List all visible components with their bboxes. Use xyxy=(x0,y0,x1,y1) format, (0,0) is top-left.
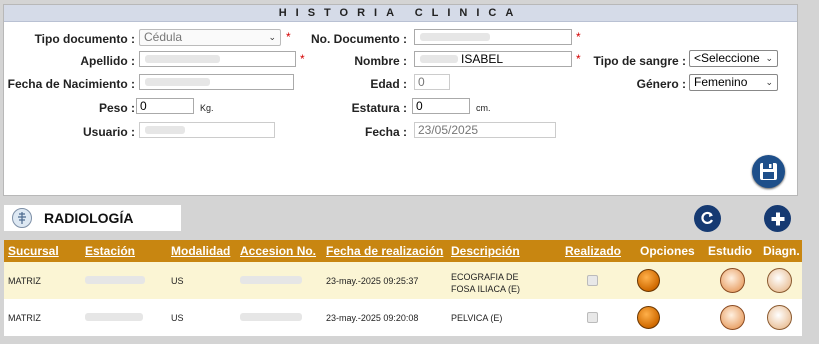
tipo-documento-value: Cédula xyxy=(144,30,183,44)
options-button[interactable] xyxy=(637,269,660,292)
cell-accesion xyxy=(240,312,302,323)
radiologia-title: RADIOLOGÍA xyxy=(44,210,134,226)
estatura-label: Estatura : xyxy=(351,101,407,115)
cell-descripcion: PELVICA (E) xyxy=(451,312,503,323)
realizado-checkbox[interactable] xyxy=(587,275,598,286)
cell-sucursal: MATRIZ xyxy=(8,275,41,286)
radiology-icon xyxy=(12,208,32,228)
descripcion-line: ECOGRAFIA DE xyxy=(451,272,519,282)
col-realizado[interactable]: Realizado xyxy=(565,244,621,258)
save-button[interactable] xyxy=(752,155,785,188)
fecha-nacimiento-label: Fecha de Nacimiento : xyxy=(7,77,135,91)
tipo-sangre-value: <Seleccione xyxy=(694,51,760,65)
chevron-down-icon: ⌄ xyxy=(765,77,773,87)
no-documento-field[interactable] xyxy=(414,29,572,45)
tipo-sangre-label: Tipo de sangre : xyxy=(593,54,686,68)
tipo-documento-select[interactable]: Cédula ⌄ xyxy=(139,29,281,46)
peso-value: 0 xyxy=(140,99,147,113)
redacted-text xyxy=(85,275,145,284)
edad-value: 0 xyxy=(418,75,425,89)
col-estudio: Estudio xyxy=(708,244,752,258)
chevron-down-icon: ⌄ xyxy=(765,53,773,63)
diagnosis-button[interactable] xyxy=(767,268,792,293)
required-mark: * xyxy=(576,30,581,44)
refresh-button[interactable] xyxy=(694,205,721,232)
table-row[interactable]: MATRIZ US 23-may.-2025 09:20:08 PELVICA … xyxy=(4,299,802,336)
redacted-text xyxy=(240,275,302,284)
apellido-field[interactable] xyxy=(139,51,296,67)
cell-accesion xyxy=(240,275,302,286)
study-button[interactable] xyxy=(720,268,745,293)
required-mark: * xyxy=(286,30,291,44)
cell-modalidad: US xyxy=(171,312,184,323)
usuario-field xyxy=(139,122,275,138)
col-descripcion[interactable]: Descripción xyxy=(451,244,520,258)
genero-label: Género : xyxy=(636,77,686,91)
cell-modalidad: US xyxy=(171,275,184,286)
diagnosis-button[interactable] xyxy=(767,305,792,330)
col-modalidad[interactable]: Modalidad xyxy=(171,244,230,258)
col-accesion[interactable]: Accesion No. xyxy=(240,244,316,258)
cell-estacion xyxy=(85,312,143,323)
cell-descripcion: ECOGRAFIA DE FOSA ILIACA (E) xyxy=(451,271,520,295)
fecha-value: 23/05/2025 xyxy=(418,123,479,137)
refresh-icon xyxy=(701,211,714,225)
table-row[interactable]: MATRIZ US 23-may.-2025 09:25:37 ECOGRAFI… xyxy=(4,262,802,299)
peso-label: Peso : xyxy=(98,101,135,115)
genero-select[interactable]: Femenino ⌄ xyxy=(689,74,778,91)
col-diagn: Diagn. xyxy=(763,244,800,258)
table-header: Sucursal Estación Modalidad Accesion No.… xyxy=(4,240,802,262)
study-button[interactable] xyxy=(720,305,745,330)
plus-icon xyxy=(771,212,784,225)
options-button[interactable] xyxy=(637,306,660,329)
required-mark: * xyxy=(300,52,305,66)
estatura-value: 0 xyxy=(416,99,423,113)
floppy-disk-icon xyxy=(760,163,777,180)
edad-field: 0 xyxy=(414,74,450,90)
estatura-unit: cm. xyxy=(476,103,491,113)
col-sucursal[interactable]: Sucursal xyxy=(8,244,59,258)
realizado-checkbox[interactable] xyxy=(587,312,598,323)
nombre-label: Nombre : xyxy=(354,54,407,68)
col-fecha-realizacion[interactable]: Fecha de realización xyxy=(326,244,443,258)
fecha-nacimiento-field[interactable] xyxy=(139,74,294,90)
col-estacion[interactable]: Estación xyxy=(85,244,135,258)
peso-unit: Kg. xyxy=(200,103,214,113)
estatura-field[interactable]: 0 xyxy=(412,98,470,114)
panel-title: HISTORIA CLINICA xyxy=(4,5,797,22)
redacted-text xyxy=(240,312,302,321)
genero-value: Femenino xyxy=(694,75,748,89)
redacted-text xyxy=(420,33,490,41)
cell-estacion xyxy=(85,275,145,286)
tipo-documento-label: Tipo documento : xyxy=(34,32,135,46)
historia-clinica-panel: HISTORIA CLINICA Tipo documento : Cédula… xyxy=(3,4,798,196)
chevron-down-icon: ⌄ xyxy=(268,32,276,42)
redacted-text xyxy=(145,78,210,86)
usuario-label: Usuario : xyxy=(82,125,135,139)
fecha-field: 23/05/2025 xyxy=(414,122,556,138)
redacted-text xyxy=(145,55,220,63)
add-button[interactable] xyxy=(764,205,791,232)
radiologia-table: Sucursal Estación Modalidad Accesion No.… xyxy=(4,240,802,336)
fecha-label: Fecha : xyxy=(364,125,407,139)
redacted-text xyxy=(85,312,143,321)
radiologia-header: RADIOLOGÍA xyxy=(4,205,181,231)
required-mark: * xyxy=(576,52,581,66)
nombre-value: ISABEL xyxy=(461,52,504,66)
cell-sucursal: MATRIZ xyxy=(8,312,41,323)
edad-label: Edad : xyxy=(370,77,407,91)
tipo-sangre-select[interactable]: <Seleccione ⌄ xyxy=(689,50,778,67)
col-opciones: Opciones xyxy=(640,244,695,258)
redacted-text xyxy=(145,126,185,134)
no-documento-label: No. Documento : xyxy=(311,32,407,46)
cell-fecha: 23-may.-2025 09:20:08 xyxy=(326,312,419,323)
nombre-field[interactable]: ISABEL xyxy=(414,51,572,67)
redacted-text xyxy=(420,55,458,63)
descripcion-line: FOSA ILIACA (E) xyxy=(451,284,521,294)
cell-fecha: 23-may.-2025 09:25:37 xyxy=(326,275,419,286)
apellido-label: Apellido : xyxy=(80,54,135,68)
peso-field[interactable]: 0 xyxy=(136,98,194,114)
